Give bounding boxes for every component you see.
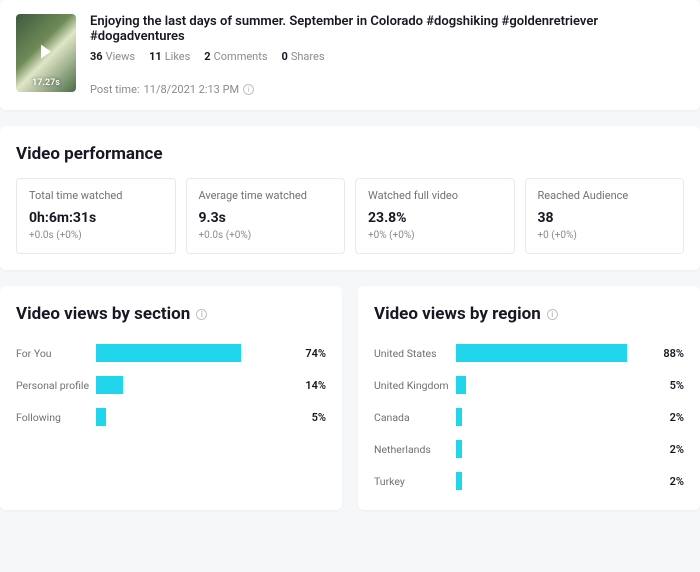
bar-row: For You 74% xyxy=(16,344,326,362)
video-duration: 17.27s xyxy=(32,78,60,88)
metric-delta: +0.0s (+0%) xyxy=(29,230,163,241)
metric-value: 0h:6m:31s xyxy=(29,210,163,226)
views-by-section-card: Video views by section i For You 74% Perso… xyxy=(0,286,342,510)
video-header-body: Enjoying the last days of summer. Septem… xyxy=(90,14,684,96)
stat-shares: 0Shares xyxy=(282,50,325,63)
metric-label: Watched full video xyxy=(368,189,502,202)
bar-label: Netherlands xyxy=(374,443,456,456)
video-header-card: 17.27s Enjoying the last days of summer.… xyxy=(0,0,700,110)
bar-value: 2% xyxy=(650,475,684,488)
bar-label: United Kingdom xyxy=(374,379,456,392)
post-time-label: Post time: xyxy=(90,83,140,96)
bar-row: United States 88% xyxy=(374,344,684,362)
bar-row: Turkey 2% xyxy=(374,472,684,490)
bar-fill xyxy=(456,376,466,394)
bar-row: Netherlands 2% xyxy=(374,440,684,458)
bar-track xyxy=(456,376,650,394)
performance-title: Video performance xyxy=(16,144,684,164)
metric-delta: +0% (+0%) xyxy=(368,230,502,241)
region-chart-title: Video views by region i xyxy=(374,304,684,324)
metric-box: Average time watched 9.3s +0.0s (+0%) xyxy=(186,178,346,254)
bar-label: United States xyxy=(374,347,456,360)
metric-delta: +0 (+0%) xyxy=(538,230,672,241)
bar-track xyxy=(456,440,650,458)
video-stats-row: 36Views 11Likes 2Comments 0Shares xyxy=(90,50,684,63)
stat-comments: 2Comments xyxy=(204,50,267,63)
video-thumbnail[interactable]: 17.27s xyxy=(16,14,76,92)
bar-track xyxy=(456,472,650,490)
bar-fill xyxy=(96,376,123,394)
bar-label: For You xyxy=(16,347,96,360)
region-chart-bars: United States 88% United Kingdom 5% Canada 2%… xyxy=(374,344,684,490)
info-icon[interactable]: i xyxy=(547,309,558,320)
info-icon[interactable]: i xyxy=(196,309,207,320)
bar-row: United Kingdom 5% xyxy=(374,376,684,394)
metric-label: Average time watched xyxy=(199,189,333,202)
charts-row: Video views by section i For You 74% Perso… xyxy=(0,286,700,510)
post-time: Post time: 11/8/2021 2:13 PM i xyxy=(90,83,684,96)
metric-delta: +0.0s (+0%) xyxy=(199,230,333,241)
bar-fill xyxy=(456,344,627,362)
metric-value: 9.3s xyxy=(199,210,333,226)
metric-box: Total time watched 0h:6m:31s +0.0s (+0%) xyxy=(16,178,176,254)
metric-box: Watched full video 23.8% +0% (+0%) xyxy=(355,178,515,254)
bar-row: Canada 2% xyxy=(374,408,684,426)
bar-fill xyxy=(456,440,462,458)
metric-value: 38 xyxy=(538,210,672,226)
bar-value: 5% xyxy=(292,411,326,424)
video-title: Enjoying the last days of summer. Septem… xyxy=(90,14,684,44)
bar-value: 5% xyxy=(650,379,684,392)
bar-value: 2% xyxy=(650,443,684,456)
bar-fill xyxy=(456,472,462,490)
bar-row: Following 5% xyxy=(16,408,326,426)
bar-track xyxy=(456,344,650,362)
metric-label: Reached Audience xyxy=(538,189,672,202)
info-icon[interactable]: i xyxy=(243,84,254,95)
bar-track xyxy=(96,344,292,362)
bar-fill xyxy=(456,408,462,426)
metric-box: Reached Audience 38 +0 (+0%) xyxy=(525,178,685,254)
section-chart-title-text: Video views by section xyxy=(16,304,190,324)
stat-views: 36Views xyxy=(90,50,135,63)
bar-track xyxy=(96,376,292,394)
video-performance-card: Video performance Total time watched 0h:6… xyxy=(0,126,700,270)
metric-label: Total time watched xyxy=(29,189,163,202)
play-icon xyxy=(41,45,51,59)
metric-value: 23.8% xyxy=(368,210,502,226)
bar-value: 88% xyxy=(650,347,684,360)
bar-fill xyxy=(96,344,241,362)
section-chart-title: Video views by section i xyxy=(16,304,326,324)
bar-track xyxy=(96,408,292,426)
bar-label: Canada xyxy=(374,411,456,424)
bar-label: Personal profile xyxy=(16,379,96,392)
bar-row: Personal profile 14% xyxy=(16,376,326,394)
bar-label: Turkey xyxy=(374,475,456,488)
bar-value: 2% xyxy=(650,411,684,424)
stat-likes: 11Likes xyxy=(149,50,190,63)
performance-metrics: Total time watched0h:6m:31s+0.0s (+0%)Av… xyxy=(16,178,684,254)
bar-value: 74% xyxy=(292,347,326,360)
bar-track xyxy=(456,408,650,426)
bar-label: Following xyxy=(16,411,96,424)
region-chart-title-text: Video views by region xyxy=(374,304,541,324)
section-chart-bars: For You 74% Personal profile 14% Following 5% xyxy=(16,344,326,426)
bar-value: 14% xyxy=(292,379,326,392)
views-by-region-card: Video views by region i United States 88%… xyxy=(358,286,700,510)
post-time-value: 11/8/2021 2:13 PM xyxy=(144,83,240,96)
bar-fill xyxy=(96,408,106,426)
